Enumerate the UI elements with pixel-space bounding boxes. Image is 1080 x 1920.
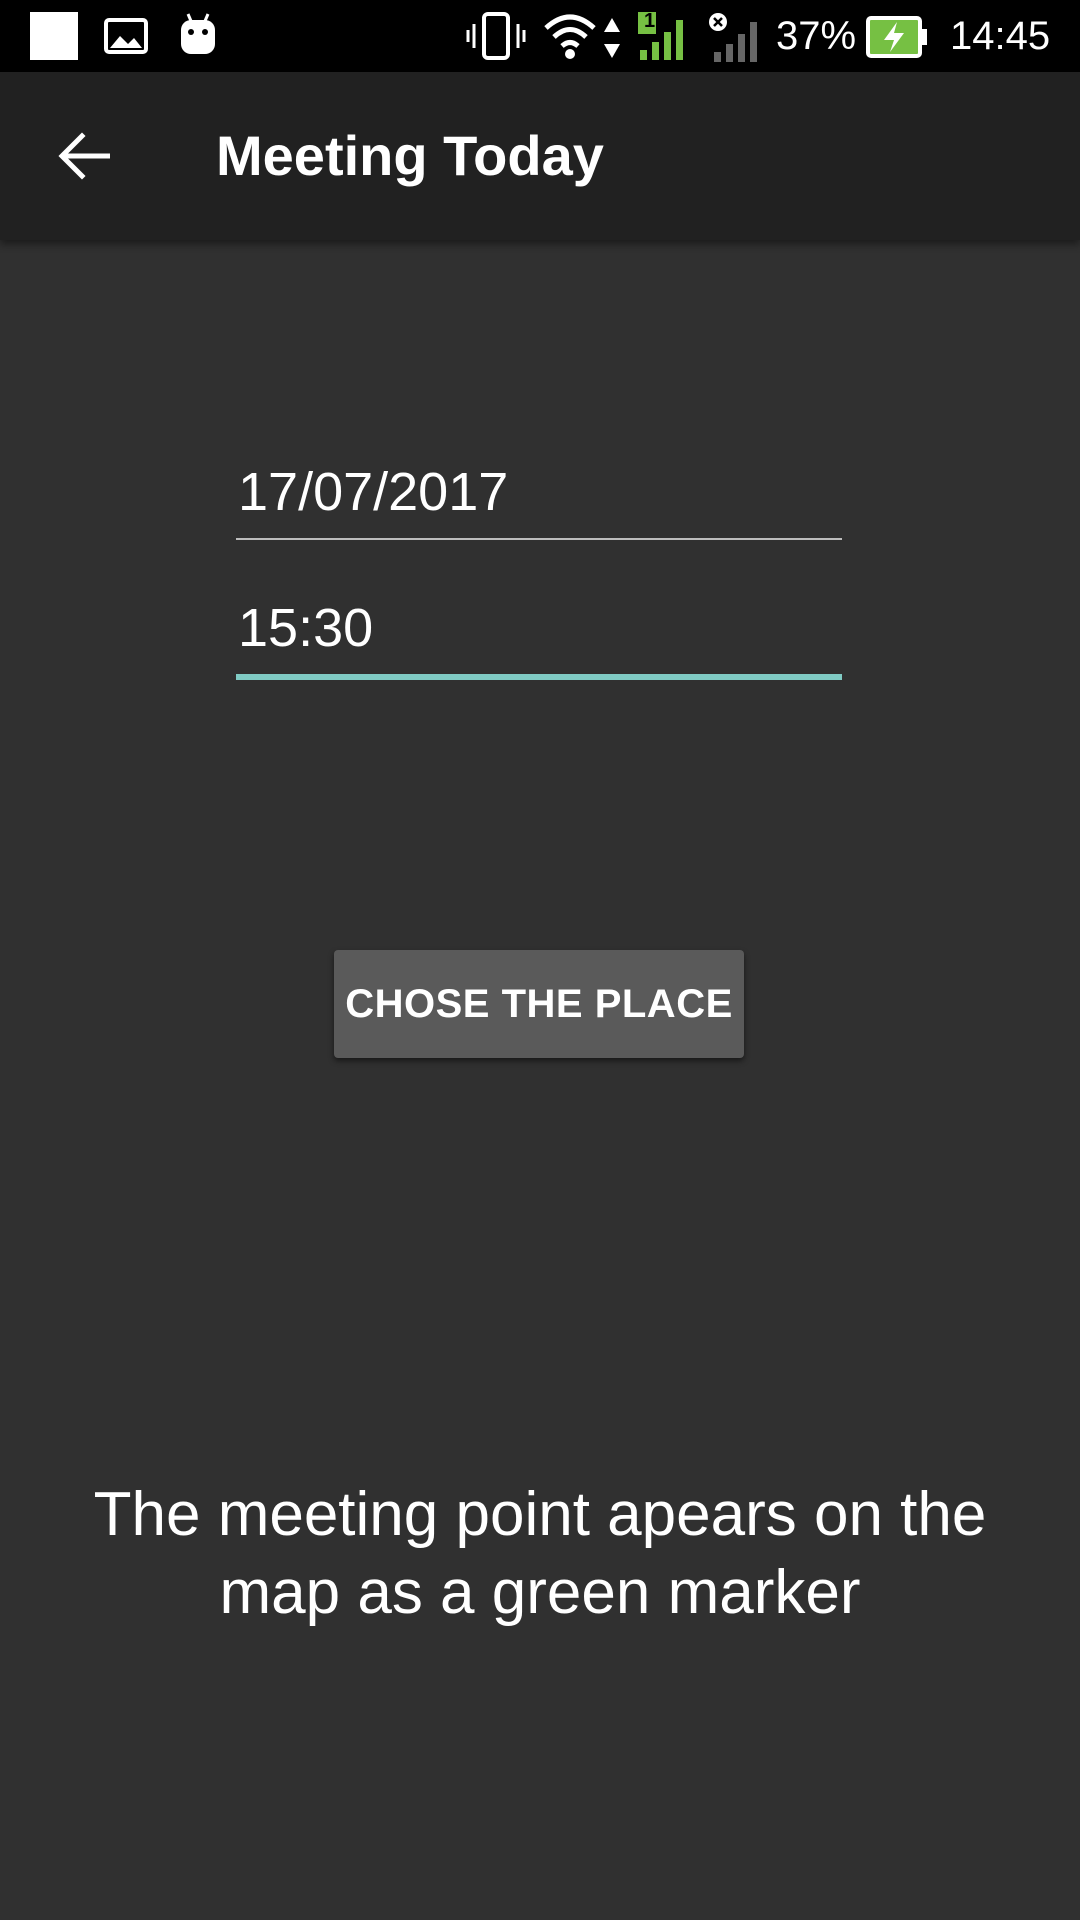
time-field-underline [236,674,842,680]
time-value: 15:30 [238,598,374,658]
android-icon [181,13,215,54]
time-field[interactable]: 15:30 [236,596,842,680]
notification-square-icon [30,12,78,60]
signal-sim2-no-service-icon [709,13,757,62]
battery-percent: 37% [776,14,857,58]
sim1-badge: 1 [644,10,656,32]
date-value: 17/07/2017 [238,462,509,522]
vibrate-icon [466,12,526,60]
screen: 1 37% 14:45 Meeting Today 17/07/2017 15:… [0,0,1080,1920]
chose-place-button[interactable]: CHOSE THE PLACE [334,950,744,1058]
data-arrows-icon [604,18,620,58]
app-bar: Meeting Today [0,72,1080,240]
wifi-icon [544,14,596,59]
page-title: Meeting Today [216,124,604,187]
arrow-back-icon [58,132,110,180]
back-button[interactable] [40,112,128,200]
date-field[interactable]: 17/07/2017 [236,460,842,540]
gallery-icon [104,18,148,54]
status-bar: 1 37% 14:45 [0,0,1080,72]
status-time: 14:45 [950,14,1051,58]
battery-charging-icon [866,16,927,58]
info-message: The meeting point apears on the map as a… [93,1480,987,1627]
date-field-underline [236,538,842,540]
